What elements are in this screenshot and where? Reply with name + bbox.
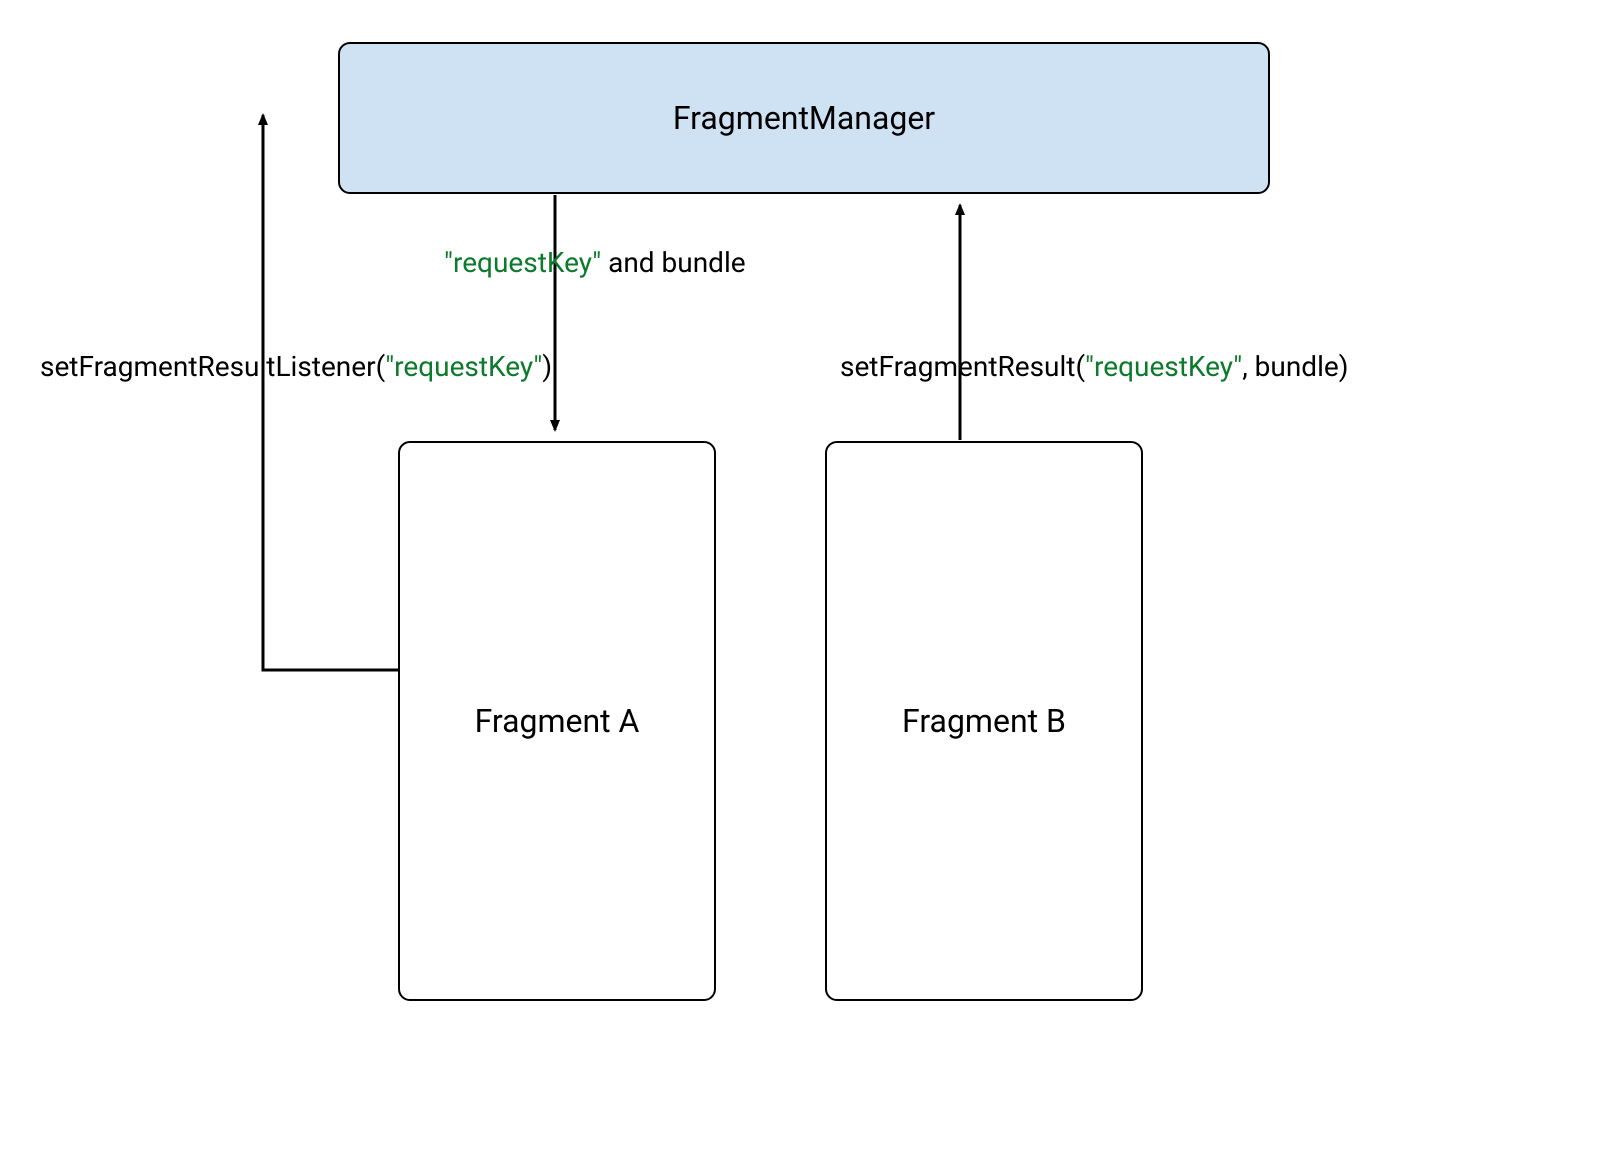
listener-post: ) xyxy=(542,350,552,383)
fragment-a-box: Fragment A xyxy=(398,441,716,1001)
result-post: , bundle) xyxy=(1242,350,1348,383)
result-pre: setFragmentResult( xyxy=(840,350,1085,383)
fragment-manager-label: FragmentManager xyxy=(673,99,935,137)
mid-post: and bundle xyxy=(601,246,745,279)
listener-label: setFragmentResultListener("requestKey") xyxy=(40,350,552,383)
result-label: setFragmentResult("requestKey", bundle) xyxy=(840,350,1349,383)
mid-label: "requestKey" and bundle xyxy=(444,246,746,279)
result-key: "requestKey" xyxy=(1085,350,1242,383)
listener-key: "requestKey" xyxy=(385,350,542,383)
fragment-a-label: Fragment A xyxy=(475,702,640,740)
mid-key: "requestKey" xyxy=(444,246,601,279)
diagram-canvas: FragmentManager Fragment A Fragment B se… xyxy=(0,0,1600,1169)
fragment-b-box: Fragment B xyxy=(825,441,1143,1001)
listener-pre: setFragmentResultListener( xyxy=(40,350,385,383)
fragment-manager-box: FragmentManager xyxy=(338,42,1270,194)
fragment-b-label: Fragment B xyxy=(902,702,1066,740)
